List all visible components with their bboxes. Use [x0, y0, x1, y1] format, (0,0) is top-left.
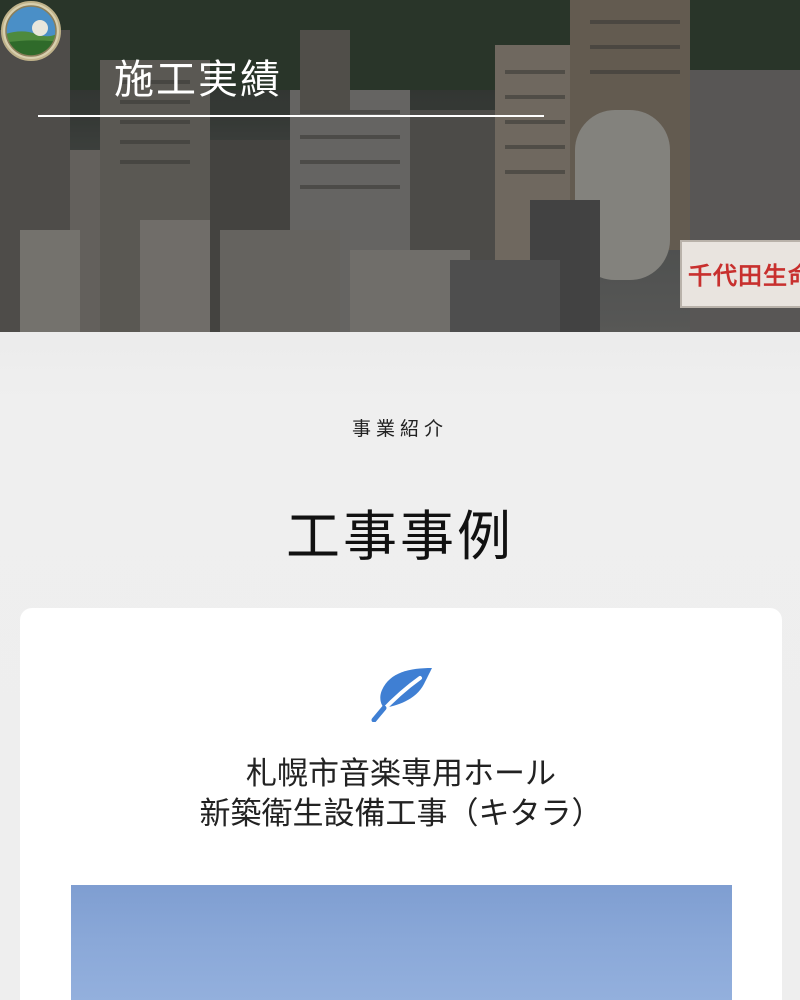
rooftop-sign: 千代田生命 — [680, 240, 800, 308]
section-title: 工事事例 — [286, 505, 514, 569]
project-title-line-1: 札幌市音楽専用ホール — [246, 756, 556, 792]
rooftop-sign-text: 千代田生命 — [688, 262, 800, 290]
title-underline — [38, 115, 544, 117]
company-logo-icon — [1, 1, 61, 61]
page: 千代田生命 施工実績 事業紹介 工事事例 札幌市音楽 — [0, 0, 800, 1000]
leaf-icon — [371, 668, 432, 722]
project-title-line-2: 新築衛生設備工事（キタラ） — [199, 796, 603, 832]
project-card[interactable]: 札幌市音楽専用ホール 新築衛生設備工事（キタラ） — [20, 608, 782, 1000]
hero-banner: 千代田生命 施工実績 — [0, 0, 800, 332]
project-photo[interactable] — [71, 885, 732, 1000]
section-subtitle: 事業紹介 — [351, 418, 448, 440]
project-title: 札幌市音楽専用ホール 新築衛生設備工事（キタラ） — [20, 754, 782, 834]
page-title: 施工実績 — [114, 57, 282, 103]
